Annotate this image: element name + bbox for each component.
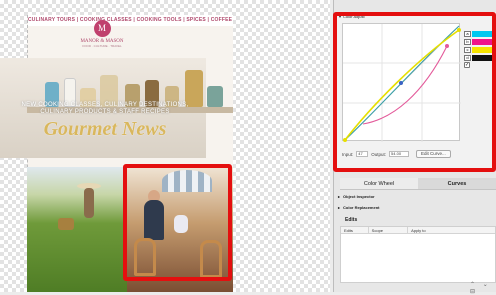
color-adjust-highlight <box>333 12 496 172</box>
headline-line-1: NEW COOKING CLASSES, CULINARY DESTINATIO… <box>21 102 189 108</box>
jar-shape <box>207 86 223 107</box>
logo-mark: M <box>93 20 111 37</box>
picker-figure-shape <box>84 188 94 218</box>
edits-label: Edits <box>345 217 358 223</box>
adjust-tabs: Color Wheel Curves <box>340 178 496 190</box>
column-header-apply-to[interactable]: Apply to <box>408 227 495 233</box>
collapse-arrow-icon[interactable]: ▸ <box>338 194 340 199</box>
column-header-edits[interactable]: Edits <box>341 227 369 233</box>
edits-table-header: Edits Scope Apply to <box>341 227 495 234</box>
object-inspector-label: Object Inspector <box>343 194 375 199</box>
selected-image-highlight <box>123 164 232 281</box>
object-inspector-section[interactable]: ▸ Object Inspector <box>338 194 378 200</box>
newsletter-headline: NEW COOKING CLASSES, CULINARY DESTINATIO… <box>20 102 190 116</box>
tab-color-wheel[interactable]: Color Wheel <box>340 178 418 189</box>
headline-line-2: CULINARY PRODUCTS & STAFF RECIPES <box>40 109 170 115</box>
newsletter-logo: M MANOR & MASON FOOD · CULTURE · TRAVEL <box>80 20 124 48</box>
newsletter-title: Gourmet News <box>43 118 167 140</box>
panel-footer-icons[interactable]: ⌃ ⌄ ⊟ <box>470 281 496 295</box>
color-replacement-section[interactable]: ▸ Color Replacement <box>338 205 382 211</box>
newsletter-nav: CULINARY TOURS | COOKING CLASSES | COOKI… <box>28 15 233 26</box>
column-header-scope[interactable]: Scope <box>369 227 409 233</box>
edits-table[interactable]: Edits Scope Apply to <box>340 226 496 283</box>
logo-tagline: FOOD · CULTURE · TRAVEL <box>82 44 122 48</box>
basket-shape <box>58 218 74 230</box>
color-replacement-label: Color Replacement <box>343 205 380 210</box>
tab-curves[interactable]: Curves <box>418 178 496 189</box>
document-canvas[interactable]: CULINARY TOURS | COOKING CLASSES | COOKI… <box>0 0 330 292</box>
collapse-arrow-icon[interactable]: ▸ <box>338 205 340 210</box>
